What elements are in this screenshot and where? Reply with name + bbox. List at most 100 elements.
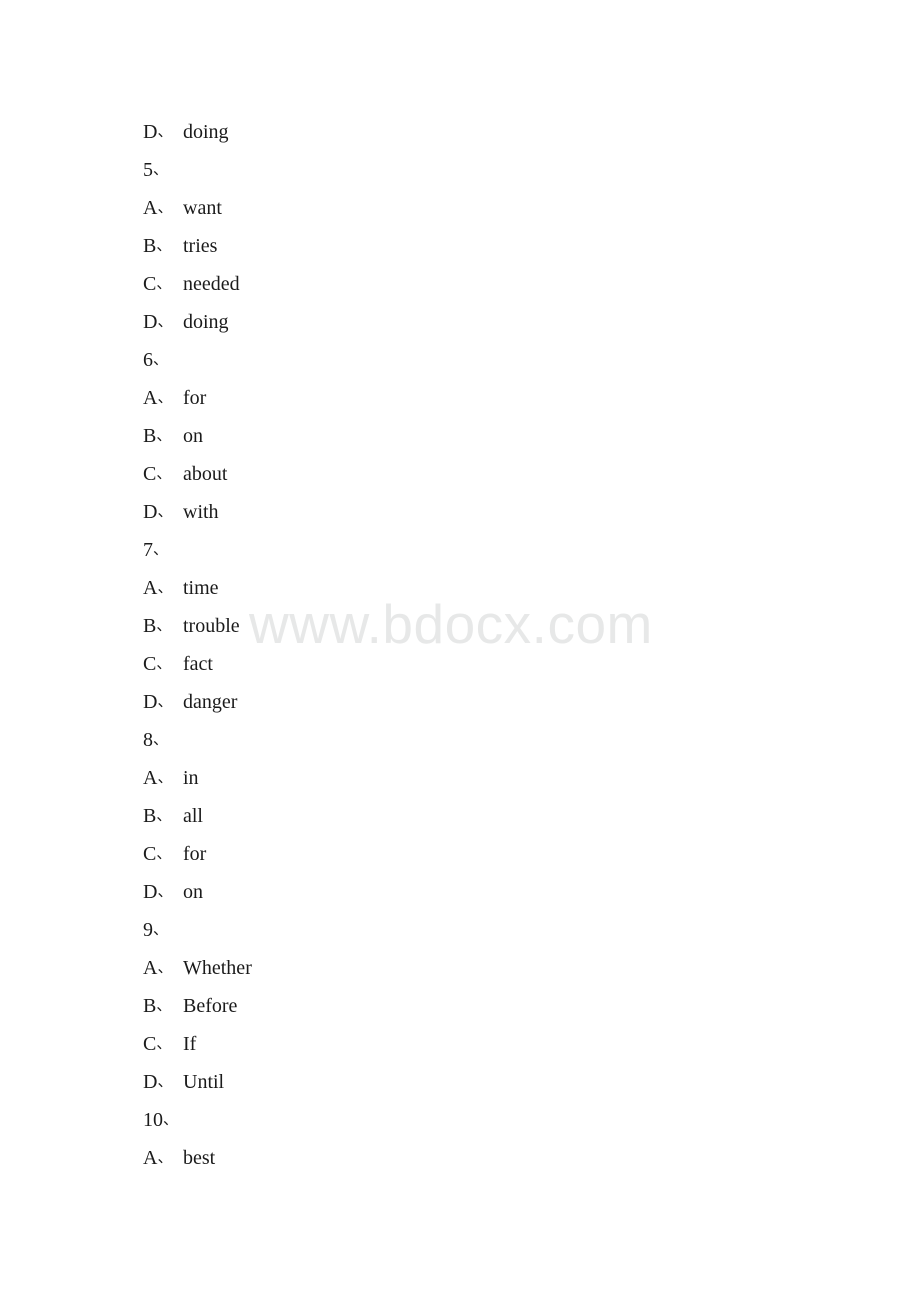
option-text: Until [183,1071,225,1093]
answer-option-row[interactable]: C、 fact [0,644,920,682]
answer-option-row[interactable]: D、 doing [0,112,920,150]
option-letter-label: B、 [143,425,172,447]
option-text: all [183,805,203,827]
ideographic-comma-separator: 、 [157,578,173,596]
answer-option-row[interactable]: D、 danger [0,682,920,720]
option-letter-label: C、 [143,843,172,865]
option-letter-label: C、 [143,653,172,675]
option-letter-label: A、 [143,767,173,789]
ideographic-comma-separator: 、 [156,996,172,1014]
answer-option-row[interactable]: B、 all [0,796,920,834]
ideographic-comma-separator: 、 [156,616,172,634]
ideographic-comma-separator: 、 [156,426,172,444]
option-letter-label: A、 [143,957,173,979]
option-letter-label: D、 [143,881,173,903]
ideographic-comma-separator: 、 [157,692,173,710]
option-letter-label: D、 [143,311,173,333]
question-number-label: 9、 [143,919,169,941]
option-letter-label: D、 [143,501,173,523]
ideographic-comma-separator: 、 [156,1034,172,1052]
option-text: for [183,843,207,865]
option-letter-label: B、 [143,805,172,827]
answer-option-row[interactable]: A、 want [0,188,920,226]
answer-option-row[interactable]: D、 with [0,492,920,530]
answer-option-row[interactable]: C、 for [0,834,920,872]
option-text: fact [183,653,213,675]
question-number-label: 5、 [143,159,169,181]
option-letter-label: B、 [143,235,172,257]
quiz-options-list: D、 doing 5、 A、 want B、 tries C、 needed D、 doing 6、 A… [0,112,920,1176]
answer-option-row[interactable]: A、 for [0,378,920,416]
option-letter-label: C、 [143,273,172,295]
option-text: best [183,1147,216,1169]
ideographic-comma-separator: 、 [156,274,172,292]
option-text: doing [183,121,229,143]
question-number-row: 7、 [0,530,920,568]
option-letter-label: A、 [143,577,173,599]
ideographic-comma-separator: 、 [157,388,173,406]
answer-option-row[interactable]: D、 on [0,872,920,910]
answer-option-row[interactable]: B、 Before [0,986,920,1024]
question-number-label: 6、 [143,349,169,371]
document-page: www.bdocx.com D、 doing 5、 A、 want B、 tries C、 ne… [0,0,920,1302]
ideographic-comma-separator: 、 [156,464,172,482]
option-letter-label: D、 [143,691,173,713]
ideographic-comma-separator: 、 [153,160,169,178]
option-letter-label: B、 [143,995,172,1017]
answer-option-row[interactable]: D、 Until [0,1062,920,1100]
answer-option-row[interactable]: C、 about [0,454,920,492]
ideographic-comma-separator: 、 [156,654,172,672]
question-number-label: 10、 [143,1109,179,1131]
question-number-row: 8、 [0,720,920,758]
ideographic-comma-separator: 、 [156,236,172,254]
ideographic-comma-separator: 、 [157,768,173,786]
option-letter-label: C、 [143,463,172,485]
ideographic-comma-separator: 、 [153,540,169,558]
answer-option-row[interactable]: B、 tries [0,226,920,264]
ideographic-comma-separator: 、 [156,806,172,824]
option-text: If [183,1033,197,1055]
option-text: Whether [183,957,252,979]
option-text: want [183,197,222,219]
option-text: tries [183,235,218,257]
ideographic-comma-separator: 、 [153,350,169,368]
option-letter-label: D、 [143,121,173,143]
answer-option-row[interactable]: A、 in [0,758,920,796]
question-number-row: 10、 [0,1100,920,1138]
option-letter-label: C、 [143,1033,172,1055]
option-text: for [183,387,207,409]
question-number-label: 8、 [143,729,169,751]
question-number-row: 5、 [0,150,920,188]
ideographic-comma-separator: 、 [157,198,173,216]
option-text: danger [183,691,238,713]
option-text: trouble [183,615,240,637]
ideographic-comma-separator: 、 [157,882,173,900]
ideographic-comma-separator: 、 [163,1110,179,1128]
answer-option-row[interactable]: D、 doing [0,302,920,340]
ideographic-comma-separator: 、 [153,920,169,938]
option-text: on [183,425,203,447]
ideographic-comma-separator: 、 [157,1148,173,1166]
question-number-row: 9、 [0,910,920,948]
ideographic-comma-separator: 、 [157,502,173,520]
answer-option-row[interactable]: C、 needed [0,264,920,302]
ideographic-comma-separator: 、 [156,844,172,862]
option-text: doing [183,311,229,333]
answer-option-row[interactable]: C、 If [0,1024,920,1062]
option-text: Before [183,995,238,1017]
answer-option-row[interactable]: A、 best [0,1138,920,1176]
option-text: time [183,577,219,599]
option-text: with [183,501,219,523]
option-letter-label: A、 [143,387,173,409]
option-letter-label: A、 [143,197,173,219]
question-number-label: 7、 [143,539,169,561]
ideographic-comma-separator: 、 [157,312,173,330]
ideographic-comma-separator: 、 [157,122,173,140]
answer-option-row[interactable]: A、 time [0,568,920,606]
option-letter-label: A、 [143,1147,173,1169]
ideographic-comma-separator: 、 [157,958,173,976]
answer-option-row[interactable]: A、 Whether [0,948,920,986]
answer-option-row[interactable]: B、 on [0,416,920,454]
option-text: needed [183,273,240,295]
answer-option-row[interactable]: B、 trouble [0,606,920,644]
